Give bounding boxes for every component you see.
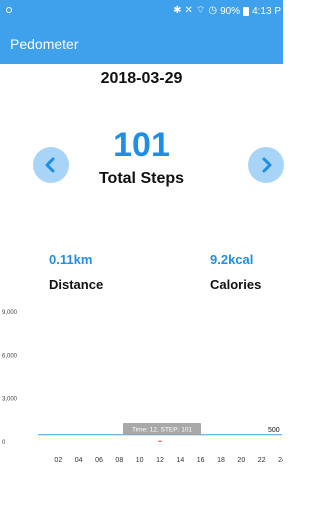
- x-tick-label: 04: [75, 457, 83, 464]
- x-tick-label: 20: [237, 457, 245, 464]
- app-bar: Pedometer: [0, 24, 283, 64]
- x-tick-label: 12: [156, 457, 164, 464]
- mute-icon: ✕: [184, 5, 193, 16]
- y-tick-label: 0: [2, 440, 6, 446]
- x-tick-label: 22: [258, 457, 266, 464]
- status-bar: ✱ ✕ ⌔ ◷ 90% 4:13 P: [0, 0, 283, 24]
- status-bar-right: ✱ ✕ ⌔ ◷ 90% 4:13 P: [173, 5, 281, 17]
- x-tick-label: 02: [54, 457, 62, 464]
- calories-label: Calories: [210, 277, 262, 292]
- x-tick-label: 08: [115, 457, 123, 464]
- notification-icon: [6, 7, 12, 13]
- steps-count: 101: [113, 126, 170, 164]
- alarm-icon: ◷: [208, 5, 218, 16]
- distance-label: Distance: [49, 277, 104, 292]
- status-time: 4:13 P: [252, 5, 281, 17]
- x-tick-label: 18: [217, 457, 225, 464]
- x-tick-label: 06: [95, 457, 103, 464]
- x-tick-label: 14: [176, 457, 184, 464]
- bluetooth-icon: ✱: [173, 5, 182, 16]
- battery-icon: [243, 6, 250, 16]
- wifi-icon: ⌔: [195, 5, 206, 16]
- calories-value: 9.2kcal: [210, 252, 254, 267]
- y-tick-label: 9,000: [2, 310, 18, 316]
- x-tick-label: 24: [278, 457, 283, 464]
- date-label: 2018-03-29: [100, 70, 183, 87]
- goal-line-label: 500: [268, 427, 280, 434]
- step-bar: [158, 440, 162, 442]
- battery-percent: 90%: [220, 5, 241, 17]
- chart-tooltip-text: Time: 12, STEP: 101: [132, 427, 192, 434]
- steps-label: Total Steps: [98, 170, 185, 187]
- distance-value: 0.11km: [49, 252, 93, 267]
- x-tick-label: 16: [197, 457, 205, 464]
- y-tick-label: 6,000: [2, 353, 18, 359]
- app-title: Pedometer: [10, 36, 79, 52]
- steps-chart[interactable]: 9,000 6,000 3,000 0 500 02 04 06 08 10 12 14 16 18 20 2…: [0, 300, 283, 470]
- x-tick-label: 10: [136, 457, 144, 464]
- y-tick-label: 3,000: [2, 397, 18, 403]
